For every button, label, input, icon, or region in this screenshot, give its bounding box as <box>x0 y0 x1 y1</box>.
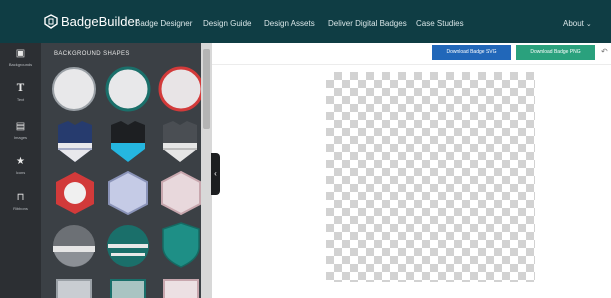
picture-icon: ▤ <box>15 121 26 132</box>
shape-circle-banded-teal[interactable] <box>105 223 151 269</box>
panel-title: BACKGROUND SHAPES <box>54 51 130 57</box>
shape-square-rose[interactable] <box>162 278 200 298</box>
about-menu[interactable]: About ⌄ <box>563 19 592 28</box>
bookmark-icon: ⊓ <box>16 192 25 203</box>
scrollbar-thumb[interactable] <box>203 49 210 129</box>
shape-circle-gray[interactable] <box>51 66 97 112</box>
shape-hexagon-rose[interactable] <box>158 170 201 216</box>
shape-shield-teal[interactable] <box>159 221 201 269</box>
star-icon: ★ <box>16 156 25 167</box>
image-icon: ▣ <box>15 48 26 59</box>
rail-label: Images <box>13 135 28 140</box>
shape-hexagon-lavender[interactable] <box>105 170 151 216</box>
chevron-down-icon: ⌄ <box>585 21 592 28</box>
nav-design-assets[interactable]: Design Assets <box>264 19 315 28</box>
tool-rail: ▣ Backgrounds T Text ▤ Images ★ Icons ⊓ … <box>0 43 41 298</box>
badgebuilder-logo-icon[interactable] <box>44 14 58 29</box>
rail-label: Backgrounds <box>8 62 33 67</box>
rail-item-text[interactable]: T Text <box>0 83 41 102</box>
shape-circle-teal-rim[interactable] <box>105 66 151 112</box>
text-icon: T <box>16 83 25 94</box>
rail-label: Icons <box>15 170 26 175</box>
rail-item-ribbons[interactable]: ⊓ Ribbons <box>0 192 41 211</box>
shape-shield-black-cyan[interactable] <box>107 119 149 165</box>
rail-item-backgrounds[interactable]: ▣ Backgrounds <box>0 48 41 67</box>
download-png-button[interactable]: Download Badge PNG <box>516 45 595 60</box>
chevron-left-icon: ‹ <box>214 169 217 178</box>
shape-shield-navy[interactable] <box>54 119 96 165</box>
shape-circle-banded-gray[interactable] <box>51 223 97 269</box>
shape-circle-red-rim[interactable] <box>158 66 201 112</box>
shape-shield-gray[interactable] <box>159 119 201 165</box>
rail-item-images[interactable]: ▤ Images <box>0 121 41 140</box>
nav-deliver-digital-badges[interactable]: Deliver Digital Badges <box>328 19 407 28</box>
rail-label: Ribbons <box>13 206 28 211</box>
undo-icon[interactable]: ↶ <box>601 47 608 56</box>
nav-case-studies[interactable]: Case Studies <box>416 19 464 28</box>
top-navigation: BadgeBuilder Badge Designer Design Guide… <box>0 0 611 43</box>
shape-square-teal[interactable] <box>109 278 147 298</box>
brand-name[interactable]: BadgeBuilder <box>61 14 139 29</box>
nav-badge-designer[interactable]: Badge Designer <box>135 19 192 28</box>
download-svg-button[interactable]: Download Badge SVG <box>432 45 511 60</box>
toolbar-divider <box>212 64 611 65</box>
background-shapes-panel: BACKGROUND SHAPES <box>41 43 201 298</box>
rail-label: Text <box>16 97 25 102</box>
collapse-panel-button[interactable]: ‹ <box>211 153 220 195</box>
nav-design-guide[interactable]: Design Guide <box>203 19 251 28</box>
about-label: About <box>563 19 584 28</box>
shape-square-gray[interactable] <box>55 278 93 298</box>
badge-canvas[interactable] <box>326 72 535 282</box>
shape-hexagon-red[interactable] <box>52 170 98 216</box>
rail-item-icons[interactable]: ★ Icons <box>0 156 41 175</box>
